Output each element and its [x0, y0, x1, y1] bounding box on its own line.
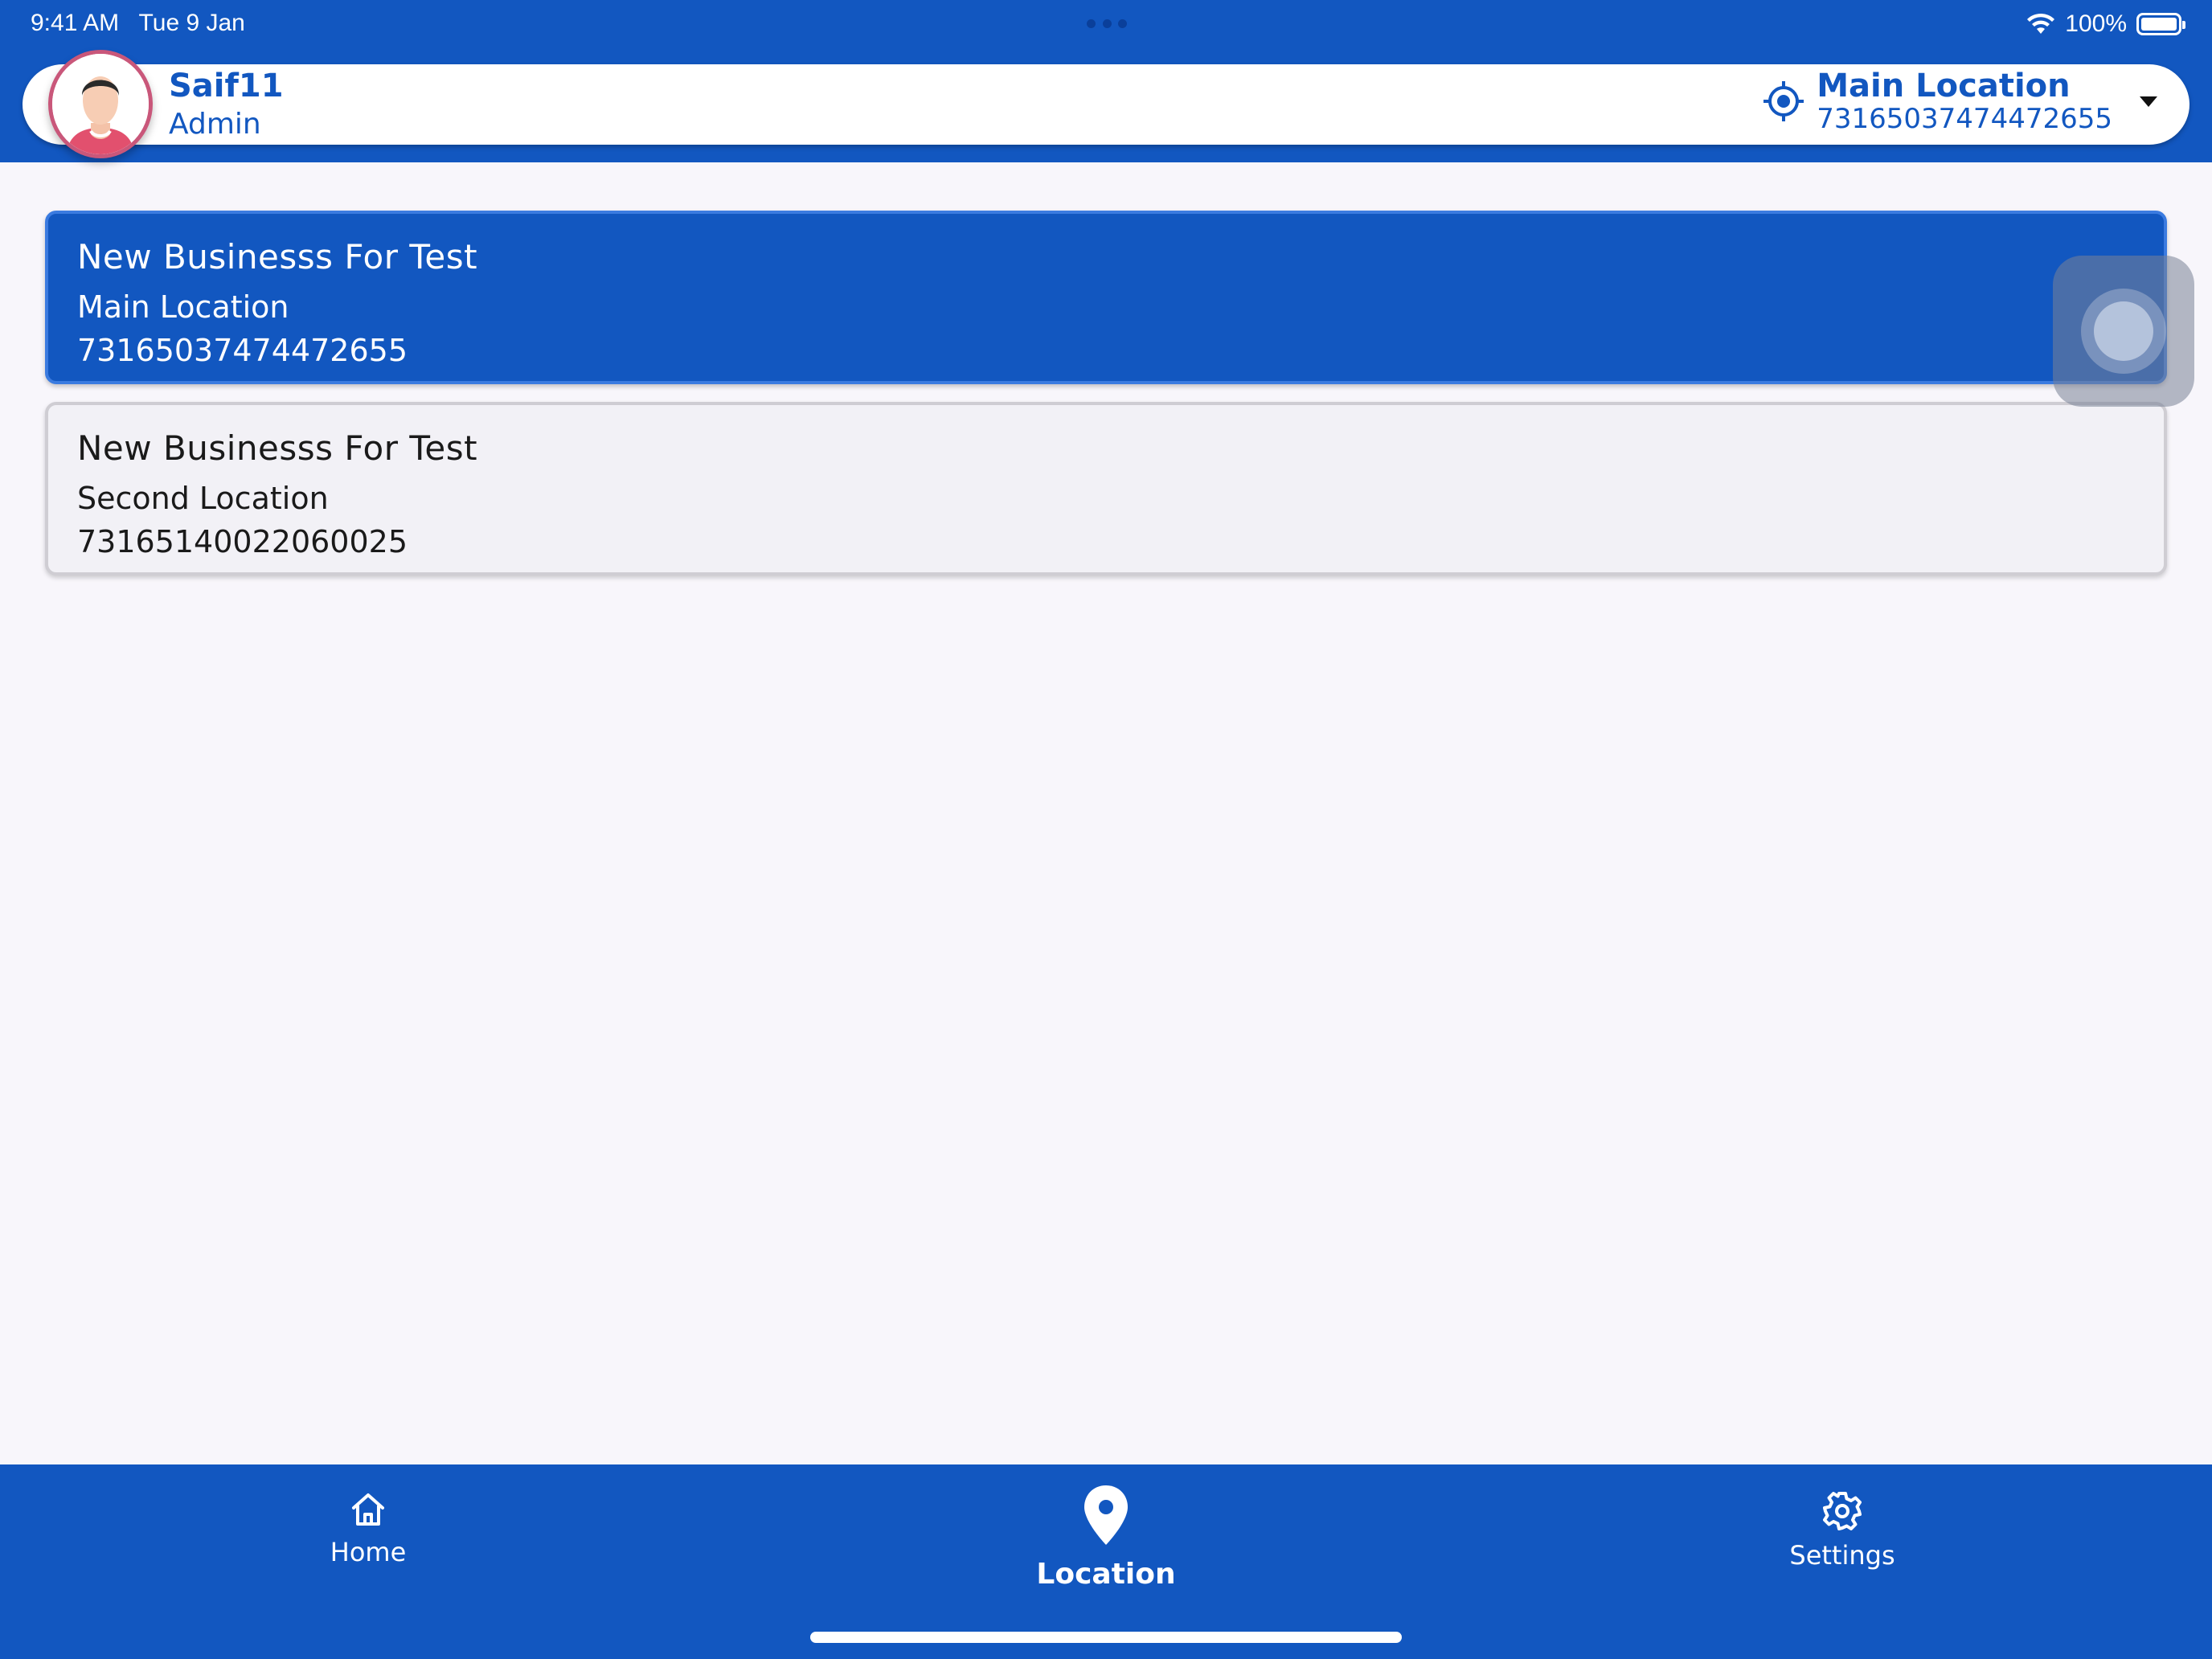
location-business-name: New Businesss For Test: [77, 237, 478, 276]
gear-icon: [1823, 1492, 1862, 1530]
home-indicator[interactable]: [810, 1632, 1402, 1643]
location-list: New Businesss For Test Main Location 731…: [45, 211, 2167, 593]
battery-percent: 100%: [2065, 10, 2127, 37]
location-name: Main Location: [77, 289, 289, 325]
status-bar: 9:41 AM Tue 9 Jan 100%: [0, 0, 2212, 64]
multitasking-dots[interactable]: [1087, 19, 1127, 29]
nav-item-home[interactable]: Home: [248, 1490, 489, 1567]
nav-label-home: Home: [330, 1537, 407, 1567]
user-avatar-icon: [52, 54, 149, 154]
location-id: 73165140022060025: [77, 524, 408, 559]
status-date: Tue 9 Jan: [138, 10, 245, 36]
user-role: Admin: [169, 108, 261, 141]
location-selector-dropdown[interactable]: Main Location 73165037474472655: [1762, 68, 2157, 135]
current-location-text: Main Location 73165037474472655: [1817, 68, 2112, 134]
nav-label-settings: Settings: [1789, 1540, 1895, 1571]
current-location-name: Main Location: [1817, 68, 2071, 104]
location-name: Second Location: [77, 481, 329, 516]
wifi-icon: [2027, 13, 2055, 34]
nav-label-location: Location: [1036, 1558, 1176, 1591]
location-card-second[interactable]: New Businesss For Test Second Location 7…: [45, 402, 2167, 576]
location-id: 73165037474472655: [77, 333, 408, 368]
avatar[interactable]: [48, 50, 153, 158]
location-business-name: New Businesss For Test: [77, 428, 478, 468]
nav-item-settings[interactable]: Settings: [1722, 1490, 1963, 1571]
target-location-icon: [1763, 81, 1804, 121]
status-indicators: 100%: [2026, 8, 2185, 40]
battery-icon: [2136, 13, 2185, 35]
location-card-main[interactable]: New Businesss For Test Main Location 731…: [45, 211, 2167, 384]
chevron-down-icon: [2140, 96, 2157, 107]
status-time-date: 9:41 AM Tue 9 Jan: [31, 10, 245, 37]
status-time: 9:41 AM: [31, 10, 120, 36]
home-icon: [352, 1493, 384, 1526]
current-location-id: 73165037474472655: [1817, 103, 2112, 135]
nav-item-location[interactable]: Location: [985, 1484, 1227, 1591]
bottom-navigation: Home Location Settings: [0, 1464, 2212, 1659]
user-name: Saif11: [169, 68, 284, 104]
assistive-touch-button[interactable]: [2053, 256, 2194, 407]
location-pin-icon: [1084, 1485, 1128, 1545]
